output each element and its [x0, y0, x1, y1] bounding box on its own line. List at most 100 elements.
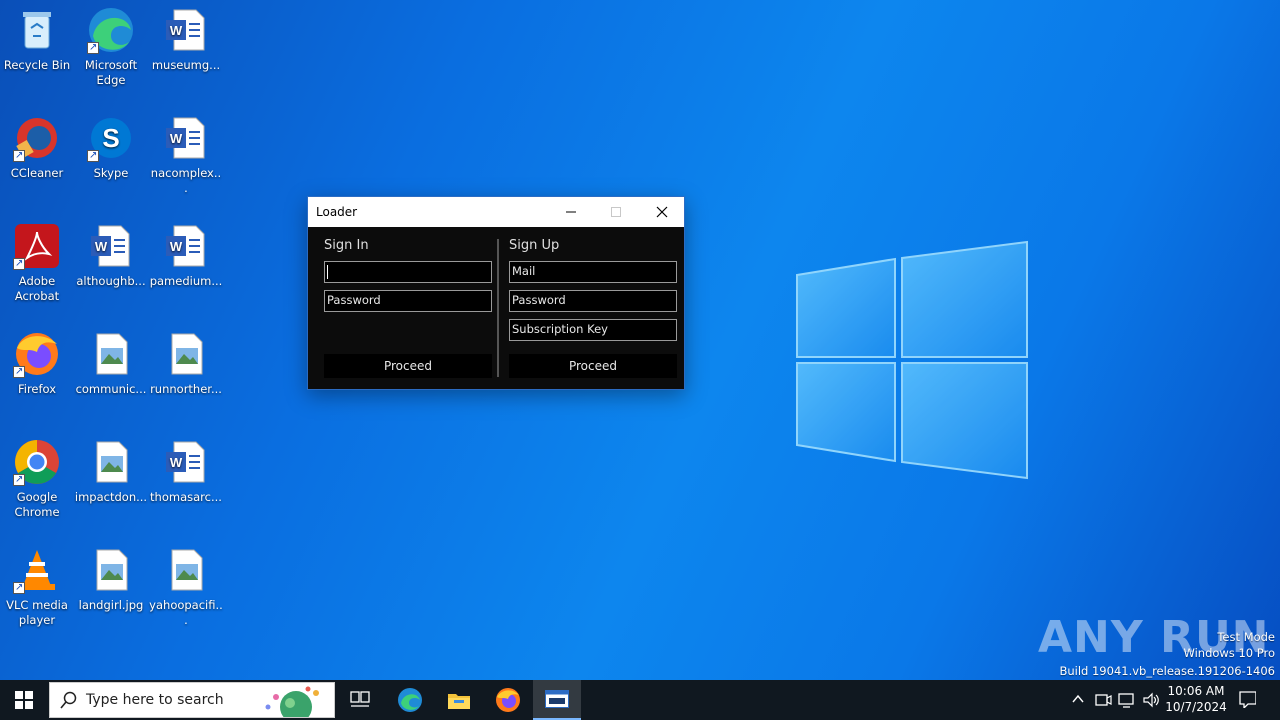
shortcut-arrow-icon: [13, 256, 25, 271]
svg-text:W: W: [170, 131, 183, 146]
desktop-icon[interactable]: Wpamedium...: [149, 222, 223, 289]
desktop-icon[interactable]: Recycle Bin: [0, 6, 74, 73]
chrome-icon: [13, 438, 61, 487]
svg-text:W: W: [170, 23, 183, 38]
edge-icon: [87, 6, 135, 55]
desktop-icon[interactable]: Adobe Acrobat: [0, 222, 74, 304]
sign-in-username-field[interactable]: [324, 261, 492, 283]
shortcut-arrow-icon: [13, 472, 25, 487]
taskbar-file-explorer-button[interactable]: [435, 680, 483, 720]
desktop-icon[interactable]: Wthomasarc...: [149, 438, 223, 505]
desktop-icon[interactable]: Wnacomplex...: [149, 114, 223, 196]
image-file-icon: [87, 438, 135, 486]
ccleaner-icon: [13, 114, 61, 163]
test-mode-label: Test Mode: [1217, 630, 1275, 644]
desktop-icon-label: impactdon...: [74, 490, 148, 504]
desktop-icon[interactable]: Wmuseumg...: [149, 6, 223, 73]
desktop-icon-label: pamedium...: [149, 274, 223, 288]
word-doc-icon: W: [162, 114, 210, 162]
notification-center-icon[interactable]: [1238, 690, 1256, 708]
desktop-icon[interactable]: impactdon...: [74, 438, 148, 505]
desktop-icon-label: landgirl.jpg: [78, 598, 144, 612]
word-doc-icon: W: [87, 222, 135, 270]
shortcut-arrow-icon: [87, 148, 99, 163]
desktop-icon-label: nacomplex...: [150, 166, 222, 195]
chevron-up-icon[interactable]: [1070, 691, 1088, 709]
desktop-icon-label: CCleaner: [10, 166, 64, 180]
desktop-icon-label: Firefox: [17, 382, 57, 396]
image-file-icon: [87, 546, 135, 594]
clock-time: 10:06 AM: [1167, 684, 1225, 698]
sign-up-mail-field[interactable]: Mail: [509, 261, 677, 283]
svg-text:W: W: [170, 239, 183, 254]
desktop-icon-label: VLC media player: [6, 598, 68, 627]
svg-text:S: S: [102, 123, 119, 153]
close-icon: [656, 206, 668, 218]
sign-up-subscription-key-field[interactable]: Subscription Key: [509, 319, 677, 341]
taskbar: Type here to search 10:06 AM 10/7/2024: [0, 680, 1280, 720]
network-icon[interactable]: [1118, 691, 1136, 709]
taskbar-loader-button[interactable]: [533, 680, 581, 720]
word-doc-icon: W: [162, 438, 210, 486]
edge-icon: [398, 688, 422, 712]
taskbar-edge-button[interactable]: [386, 680, 434, 720]
desktop-icon-label: communic...: [75, 382, 147, 396]
desktop-icon[interactable]: VLC media player: [0, 546, 74, 628]
taskbar-firefox-button[interactable]: [484, 680, 532, 720]
desktop-icon[interactable]: CCleaner: [0, 114, 74, 181]
loader-app-icon: [545, 690, 569, 708]
desktop-icon-label: Skype: [93, 166, 129, 180]
desktop-icon[interactable]: landgirl.jpg: [74, 546, 148, 613]
windows-start-icon: [15, 691, 33, 709]
shortcut-arrow-icon: [87, 40, 99, 55]
task-view-button[interactable]: [336, 680, 384, 720]
start-button[interactable]: [0, 680, 48, 720]
search-placeholder: Type here to search: [86, 692, 224, 708]
search-highlight-globe-icon: [265, 686, 319, 717]
desktop-icon[interactable]: Firefox: [0, 330, 74, 397]
taskbar-clock[interactable]: 10:06 AM 10/7/2024: [1158, 683, 1234, 715]
firefox-icon: [496, 688, 520, 712]
close-button[interactable]: [639, 197, 685, 227]
search-icon: [60, 691, 77, 709]
maximize-icon: [611, 207, 621, 217]
sign-up-heading: Sign Up: [509, 238, 560, 253]
task-view-icon: [350, 691, 370, 707]
taskbar-search-box[interactable]: Type here to search: [49, 682, 335, 718]
svg-text:W: W: [95, 239, 108, 254]
loader-window: Loader Sign In Password Proceed Sign Up …: [307, 196, 685, 390]
sign-up-password-field[interactable]: Password: [509, 290, 677, 312]
svg-text:W: W: [170, 455, 183, 470]
sign-up-proceed-button[interactable]: Proceed: [509, 354, 677, 378]
meet-now-icon[interactable]: [1094, 691, 1112, 709]
minimize-button[interactable]: [548, 197, 594, 227]
desktop-icon-label: Google Chrome: [14, 490, 60, 519]
vlc-icon: [13, 546, 61, 595]
desktop-icon[interactable]: Google Chrome: [0, 438, 74, 520]
word-doc-icon: W: [162, 222, 210, 270]
desktop-icon[interactable]: Microsoft Edge: [74, 6, 148, 88]
shortcut-arrow-icon: [13, 580, 25, 595]
skype-icon: S: [87, 114, 135, 163]
desktop-icon[interactable]: S Skype: [74, 114, 148, 181]
desktop-icon[interactable]: runnorther...: [149, 330, 223, 397]
title-bar[interactable]: Loader: [308, 197, 684, 227]
desktop-icon-label: runnorther...: [150, 382, 222, 396]
desktop-icon[interactable]: communic...: [74, 330, 148, 397]
text-cursor: [327, 265, 328, 279]
windows-edition-label: Windows 10 Pro: [1183, 646, 1275, 660]
recycle-bin-icon: [13, 6, 61, 54]
desktop-icon-label: Recycle Bin: [3, 58, 71, 72]
desktop-icon-label: althoughb...: [76, 274, 146, 288]
sign-in-proceed-button[interactable]: Proceed: [324, 354, 492, 378]
desktop-icon-label: Microsoft Edge: [84, 58, 138, 87]
desktop-icon[interactable]: Walthoughb...: [74, 222, 148, 289]
image-file-icon: [162, 546, 210, 594]
sign-in-heading: Sign In: [324, 238, 369, 253]
desktop-icon-label: yahoopacifi...: [149, 598, 223, 627]
desktop-icon-label: museumg...: [151, 58, 221, 72]
build-label: Build 19041.vb_release.191206-1406: [1059, 664, 1275, 678]
sign-in-password-field[interactable]: Password: [324, 290, 492, 312]
desktop-icon[interactable]: yahoopacifi...: [149, 546, 223, 628]
wallpaper-windows-logo: [780, 235, 1040, 485]
